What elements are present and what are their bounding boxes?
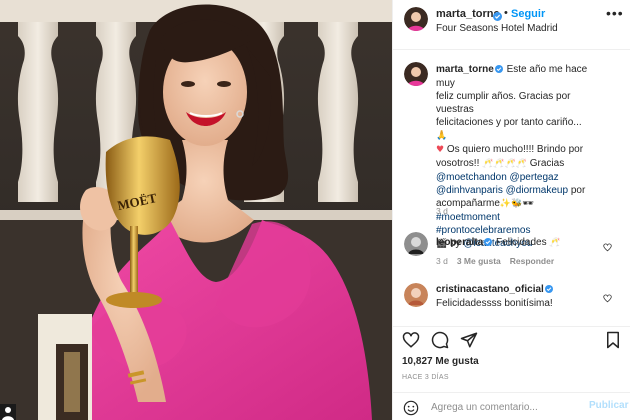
mention-link[interactable]: @moetchandon: [436, 172, 507, 183]
comment-username[interactable]: leoperalta: [436, 237, 483, 248]
comment-input[interactable]: [431, 399, 581, 415]
caption-username[interactable]: marta_torne: [436, 64, 494, 75]
mention-link[interactable]: @pertegaz: [510, 172, 559, 183]
reply-button[interactable]: Responder: [510, 256, 554, 266]
heart-icon[interactable]: [603, 290, 612, 308]
emoji-group: ✨🐝🕶: [499, 199, 534, 209]
heart-icon[interactable]: [603, 239, 612, 257]
post-username[interactable]: marta_torne: [436, 8, 500, 20]
post-header: marta_torne • Seguir Four Seasons Hotel …: [393, 0, 630, 50]
pray-emoji: 🙏: [436, 131, 448, 141]
emoji-icon[interactable]: [403, 400, 419, 420]
emoji-group: 🥂🥂🥂🥂: [482, 159, 527, 169]
share-icon[interactable]: [460, 331, 478, 354]
mention-link[interactable]: @diormakeup: [506, 185, 568, 196]
comment-likes[interactable]: 3 Me gusta: [457, 256, 501, 266]
caption-text: marta_torne Este año me hace muy feliz c…: [436, 64, 588, 249]
comment-icon[interactable]: [431, 331, 449, 354]
comment-username[interactable]: cristinacastano_oficial: [436, 284, 544, 295]
comment-time[interactable]: 3 d: [436, 256, 448, 266]
gift-box: [38, 314, 92, 420]
post-caption: marta_torne Este año me hace muy feliz c…: [393, 62, 630, 249]
comment: cristinacastano_oficial Felicidadessss b…: [393, 283, 630, 323]
comment-text: leoperalta Felicidades 🥂: [436, 237, 561, 250]
emoji: 🥂: [549, 238, 561, 248]
post-comment-button[interactable]: Publicar: [589, 400, 628, 411]
heart-icon[interactable]: [402, 331, 420, 354]
separator-dot: •: [504, 7, 508, 19]
post-location[interactable]: Four Seasons Hotel Madrid: [436, 23, 558, 34]
more-icon[interactable]: •••: [606, 5, 624, 21]
add-comment-bar: Publicar: [393, 392, 630, 420]
avatar[interactable]: [404, 7, 428, 31]
verified-icon: [484, 237, 493, 250]
avatar[interactable]: [404, 232, 428, 256]
post-time[interactable]: HACE 3 DÍAS: [402, 374, 449, 381]
follow-button[interactable]: Seguir: [511, 8, 545, 20]
post-side-panel: marta_torne • Seguir Four Seasons Hotel …: [392, 0, 630, 420]
red-heart-emoji: ♥: [436, 145, 445, 155]
profile-thumbnail[interactable]: [0, 404, 16, 420]
mention-link[interactable]: @dinhvanparis: [436, 185, 503, 196]
avatar[interactable]: [404, 62, 428, 86]
comment-meta: 3 d 3 Me gusta Responder: [436, 256, 563, 266]
post-photo[interactable]: MOËT: [0, 0, 392, 420]
post-actions: [393, 326, 630, 354]
comment: leoperalta Felicidades 🥂 3 d 3 Me gusta Re…: [393, 232, 630, 272]
bookmark-icon[interactable]: [605, 331, 621, 354]
likes-count[interactable]: 10,827 Me gusta: [402, 356, 479, 367]
verified-icon: [544, 284, 553, 297]
avatar[interactable]: [404, 283, 428, 307]
caption-time[interactable]: 3 d: [436, 206, 457, 216]
verified-icon: [494, 64, 503, 77]
comment-text: cristinacastano_oficial Felicidadessss b…: [436, 284, 553, 309]
